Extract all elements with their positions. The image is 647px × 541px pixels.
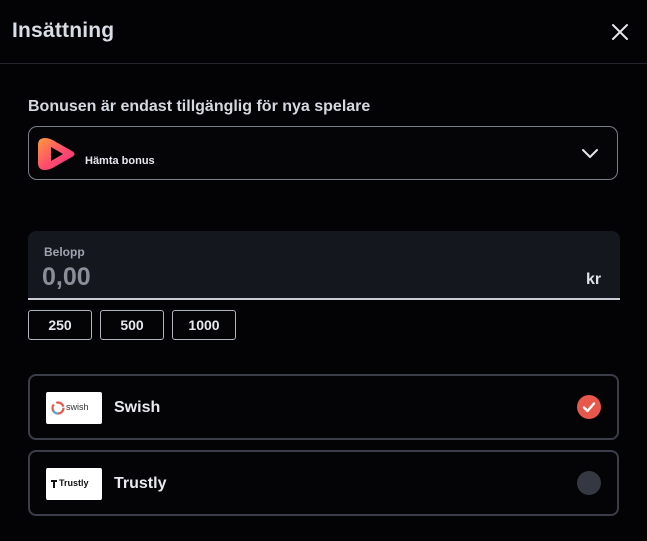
close-button[interactable] [608, 20, 632, 44]
quick-amount-500[interactable]: 500 [100, 310, 164, 340]
payment-method-name: Trustly [114, 475, 167, 492]
payment-method-trustly[interactable]: Trustly Trustly [28, 450, 619, 516]
bonus-selected-label: Hämta bonus [85, 155, 155, 167]
play-logo-icon [38, 138, 75, 170]
close-icon [612, 24, 628, 40]
modal-header: Insättning [0, 0, 647, 64]
amount-label: Belopp [44, 245, 85, 259]
quick-amount-250[interactable]: 250 [28, 310, 92, 340]
payment-method-swish[interactable]: swish Swish [28, 374, 619, 440]
currency-label: kr [586, 271, 602, 288]
bonus-note: Bonusen är endast tillgänglig för nya sp… [28, 98, 371, 115]
unselected-radio[interactable] [577, 471, 601, 495]
chevron-down-icon [582, 149, 598, 158]
payment-method-name: Swish [114, 399, 161, 416]
selected-check-icon[interactable] [577, 395, 601, 419]
amount-field[interactable]: Belopp kr [28, 231, 620, 300]
modal-title: Insättning [12, 19, 115, 42]
amount-input[interactable] [42, 261, 562, 293]
bonus-dropdown[interactable]: Hämta bonus [28, 126, 618, 180]
trustly-logo: Trustly [46, 468, 102, 500]
swish-logo-text: swish [66, 402, 89, 412]
quick-amount-1000[interactable]: 1000 [172, 310, 236, 340]
swish-logo: swish [46, 392, 102, 424]
trustly-logo-text: Trustly [59, 478, 89, 488]
